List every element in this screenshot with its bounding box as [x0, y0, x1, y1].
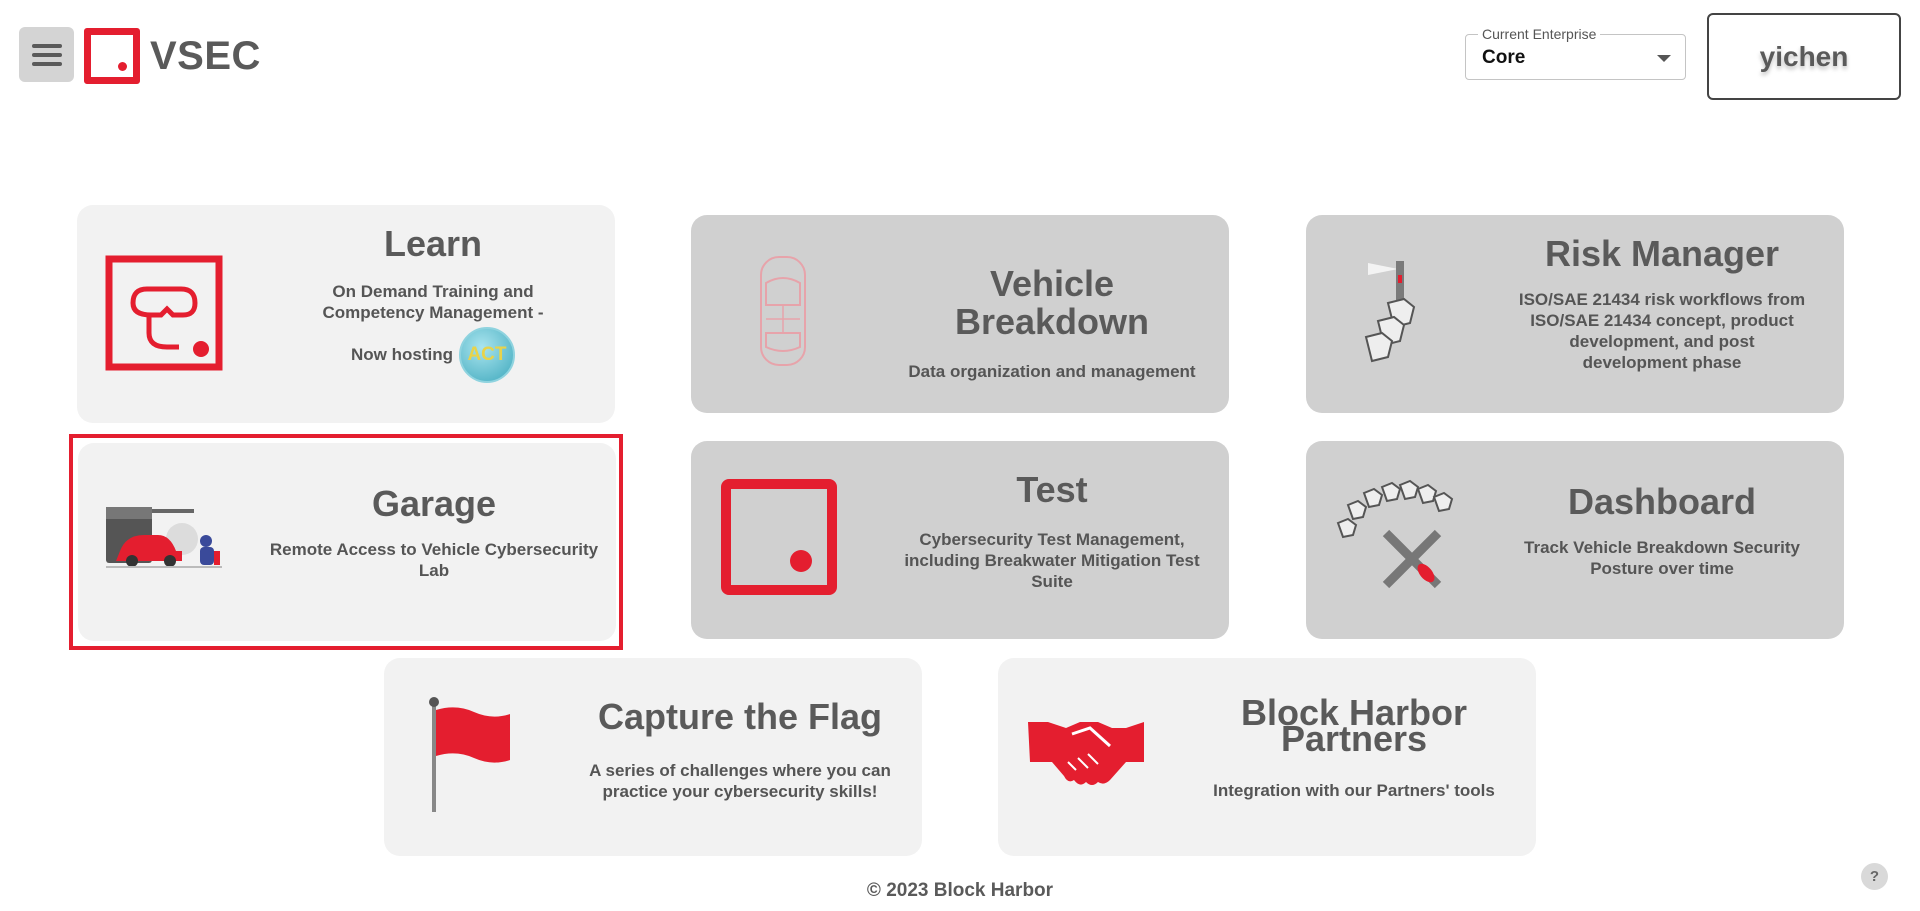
card-risk-manager[interactable]: Risk Manager ISO/SAE 21434 risk workflow…: [1306, 215, 1844, 413]
learn-icon: [105, 255, 223, 371]
card-risk-desc: ISO/SAE 21434 risk workflows from ISO/SA…: [1518, 289, 1806, 372]
card-learn-title: Learn: [383, 223, 483, 264]
card-dashboard-desc: Track Vehicle Breakdown Security Posture…: [1524, 537, 1800, 578]
footer-copyright: © 2023 Block Harbor: [866, 880, 1054, 901]
card-vehicle-breakdown[interactable]: Vehicle Breakdown Data organization and …: [691, 215, 1229, 413]
test-logo-icon: [721, 479, 837, 595]
card-risk-title: Risk Manager: [1544, 233, 1780, 274]
dashboard-icon: [1336, 479, 1454, 589]
card-learn-desc: On Demand Training and Competency Manage…: [322, 281, 544, 322]
flag-icon: [429, 697, 510, 812]
enterprise-label: Current Enterprise: [1478, 26, 1601, 42]
card-ctf-title: Capture the Flag: [597, 696, 883, 737]
act-badge-icon: ACT: [458, 326, 515, 383]
enterprise-value: Core: [1482, 47, 1526, 68]
card-vehicle-desc: Data organization and management: [908, 361, 1196, 381]
help-button[interactable]: ?: [1861, 863, 1888, 890]
card-partners[interactable]: Block Harbor Partners Integration with o…: [998, 658, 1536, 856]
chevron-down-icon: [1657, 55, 1671, 62]
card-capture-the-flag[interactable]: Capture the Flag A series of challenges …: [384, 658, 922, 856]
card-test[interactable]: Test Cybersecurity Test Management, incl…: [691, 441, 1229, 639]
car-icon: [760, 256, 806, 366]
card-test-title: Test: [1016, 469, 1088, 510]
user-button[interactable]: yichen: [1707, 13, 1901, 100]
selection-highlight: [69, 434, 623, 650]
vsec-logo-icon: [84, 28, 140, 84]
card-partners-title: Block Harbor Partners: [1240, 692, 1468, 759]
menu-button[interactable]: [19, 27, 74, 82]
card-test-desc: Cybersecurity Test Management, including…: [904, 529, 1200, 591]
lighthouse-icon: [1364, 261, 1416, 363]
card-vehicle-title: Vehicle Breakdown: [954, 263, 1150, 342]
card-dashboard[interactable]: Dashboard Track Vehicle Breakdown Securi…: [1306, 441, 1844, 639]
card-learn-hosting: Now hosting: [351, 345, 453, 365]
handshake-icon: [1028, 722, 1144, 785]
brand-logo[interactable]: VSEC: [84, 28, 261, 84]
card-ctf-desc: A series of challenges where you can pra…: [589, 760, 891, 801]
enterprise-select[interactable]: Current Enterprise Core: [1465, 26, 1686, 80]
hamburger-icon: [31, 43, 62, 66]
card-learn[interactable]: Learn On Demand Training and Competency …: [77, 205, 615, 423]
brand-name: VSEC: [150, 33, 261, 78]
card-dashboard-title: Dashboard: [1567, 481, 1757, 522]
card-partners-desc: Integration with our Partners' tools: [1213, 781, 1495, 800]
